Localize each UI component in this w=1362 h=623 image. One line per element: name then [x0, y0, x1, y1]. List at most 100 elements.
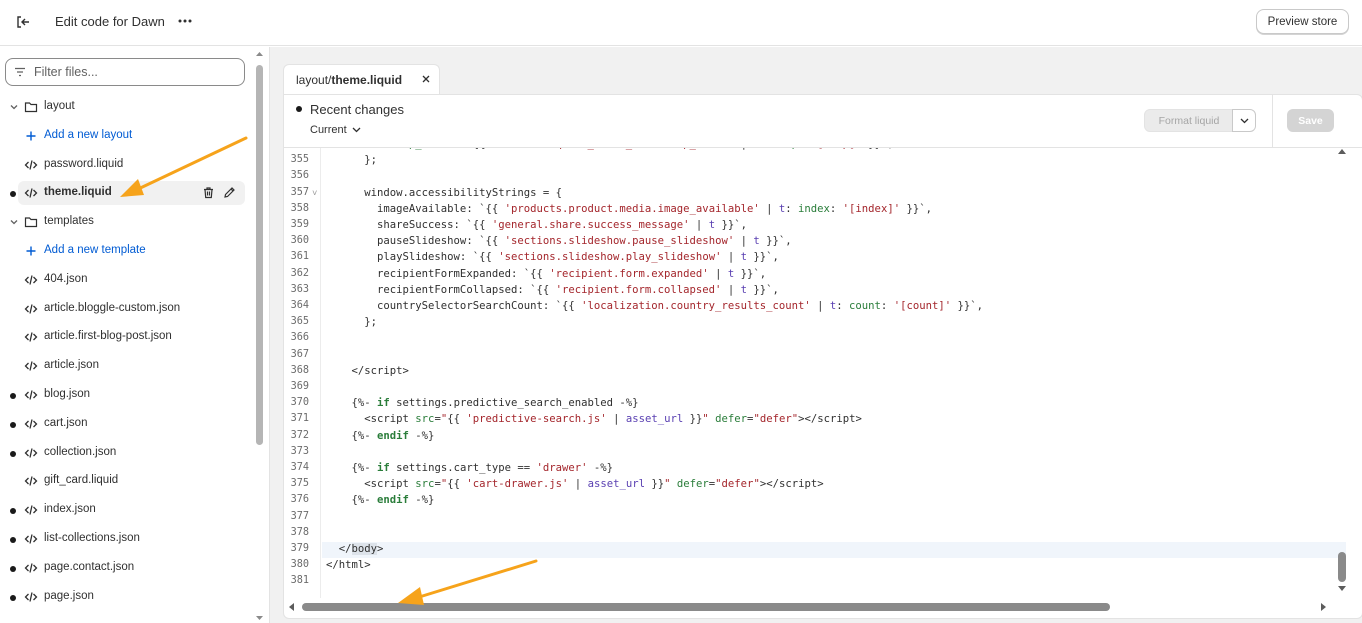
annotation-arrow-icon [120, 136, 248, 197]
editor-vertical-scrollbar[interactable] [1336, 148, 1348, 598]
file-collection-json[interactable]: collection.json [0, 441, 250, 465]
folder-templates[interactable]: templates [0, 210, 250, 234]
chevron-down-icon[interactable] [8, 216, 20, 228]
more-horizontal-icon [178, 19, 192, 23]
version-selector[interactable]: Current [310, 124, 361, 136]
add-link-add-a-new-template[interactable]: Add a new template [0, 239, 250, 263]
editor-scroll-thumb[interactable] [1338, 552, 1346, 582]
file-404-json[interactable]: 404.json [0, 268, 250, 292]
file-label: theme.liquid [44, 186, 112, 199]
save-button[interactable]: Save [1287, 109, 1334, 132]
line-number: 372 [290, 429, 309, 441]
file-label: article.first-blog-post.json [44, 330, 172, 343]
file-label: index.json [44, 503, 96, 516]
file-label: gift_card.liquid [44, 474, 119, 487]
code-line: </html> [326, 559, 371, 572]
top-bar: Edit code for Dawn Preview store [0, 0, 1362, 46]
unsaved-indicator [296, 106, 302, 112]
file-blog-json[interactable]: blog.json [0, 383, 250, 407]
line-number: 367 [290, 348, 309, 360]
chevron-down-icon [352, 127, 361, 133]
file-page-json[interactable]: page.json [0, 585, 250, 609]
folder-layout[interactable]: layout [0, 95, 250, 119]
line-number: 356 [290, 170, 309, 182]
code-line: }; [326, 316, 378, 329]
current-line-highlight [322, 542, 1346, 558]
line-number: 364 [290, 300, 309, 311]
code-file-icon [24, 417, 38, 431]
code-editor[interactable]: 354 step_error: `{{ 'sections.quick_orde… [284, 148, 1346, 598]
file-label: blog.json [44, 388, 91, 400]
file-label: page.contact.json [44, 560, 135, 573]
plus-icon [24, 244, 38, 258]
code-line: </body> [326, 543, 384, 555]
file-gift-card-liquid[interactable]: gift_card.liquid [0, 469, 250, 493]
line-number: 360 [290, 235, 309, 247]
file-label: article.json [44, 359, 99, 372]
file-label: templates [44, 215, 94, 228]
version-label: Current [310, 124, 347, 136]
file-label: 404.json [44, 272, 88, 285]
sidebar-scroll-thumb[interactable] [256, 65, 263, 445]
line-number: 366 [290, 332, 309, 344]
file-article-first-blog-post-json[interactable]: article.first-blog-post.json [0, 325, 250, 349]
scroll-down-icon [256, 616, 263, 620]
changed-indicator [10, 508, 16, 515]
fold-chevron-icon[interactable]: ˅ [312, 189, 317, 199]
editor-area: layout/theme.liquid Recent changes Curre… [269, 47, 1362, 623]
line-number: 361 [290, 251, 309, 263]
preview-store-button[interactable]: Preview store [1256, 9, 1349, 34]
chevron-down-icon[interactable] [8, 101, 20, 113]
code-line: <script src="{{ 'cart-drawer.js' | asset… [326, 478, 824, 491]
file-page-contact-json[interactable]: page.contact.json [0, 556, 250, 580]
format-options-button[interactable] [1232, 109, 1256, 132]
code-file-icon [24, 273, 38, 287]
line-number: 355 [290, 154, 309, 166]
line-number: 371 [290, 413, 309, 425]
code-line: recipientFormExpanded: `{{ 'recipient.fo… [326, 267, 767, 280]
line-number: 374 [290, 462, 309, 473]
file-index-json[interactable]: index.json [0, 498, 250, 522]
exit-icon [17, 16, 29, 28]
changed-indicator [10, 450, 16, 457]
line-number: 359 [290, 219, 309, 230]
code-file-icon [24, 388, 38, 402]
sidebar-scrollbar[interactable] [255, 52, 264, 620]
more-actions-button[interactable] [176, 12, 194, 30]
code-line: recipientFormCollapsed: `{{ 'recipient.f… [326, 283, 779, 296]
tab-theme-liquid[interactable]: layout/theme.liquid [283, 64, 440, 95]
file-sidebar: layoutAdd a new layoutpassword.liquidthe… [0, 47, 268, 623]
filter-files-input[interactable] [34, 63, 234, 81]
exit-button[interactable] [12, 11, 34, 33]
file-article-bloggle-custom-json[interactable]: article.bloggle-custom.json [0, 297, 250, 321]
line-number: 377 [290, 510, 309, 522]
code-file-icon [24, 532, 38, 546]
changed-indicator [10, 565, 16, 572]
code-file-icon [24, 330, 38, 344]
code-line: pauseSlideshow: `{{ 'sections.slideshow.… [326, 235, 792, 248]
changed-indicator [10, 537, 16, 543]
line-number: 375 [290, 478, 309, 490]
plus-icon [24, 129, 38, 143]
code-line: shareSuccess: `{{ 'general.share.success… [326, 219, 747, 231]
line-number: 354 [284, 148, 309, 149]
scroll-up-icon [256, 52, 263, 56]
file-cart-json[interactable]: cart.json [0, 412, 250, 436]
code-file-icon [24, 446, 38, 460]
file-article-json[interactable]: article.json [0, 354, 250, 378]
code-file-icon [24, 503, 38, 517]
code-line: playSlideshow: `{{ 'sections.slideshow.p… [326, 251, 779, 264]
filter-field[interactable] [5, 58, 245, 86]
line-number: 363 [290, 283, 309, 295]
changed-indicator [10, 594, 16, 601]
changed-indicator [10, 421, 16, 428]
code-file-icon [24, 590, 38, 604]
changed-indicator [10, 393, 16, 399]
close-icon[interactable] [420, 73, 432, 85]
code-line: window.accessibilityStrings = { [326, 186, 562, 199]
file-label: list-collections.json [44, 532, 140, 544]
code-line: {%- if settings.cart_type == 'drawer' -%… [326, 462, 614, 474]
format-liquid-button[interactable]: Format liquid [1144, 109, 1234, 132]
folder-icon [24, 100, 38, 114]
file-list-collections-json[interactable]: list-collections.json [0, 527, 250, 551]
